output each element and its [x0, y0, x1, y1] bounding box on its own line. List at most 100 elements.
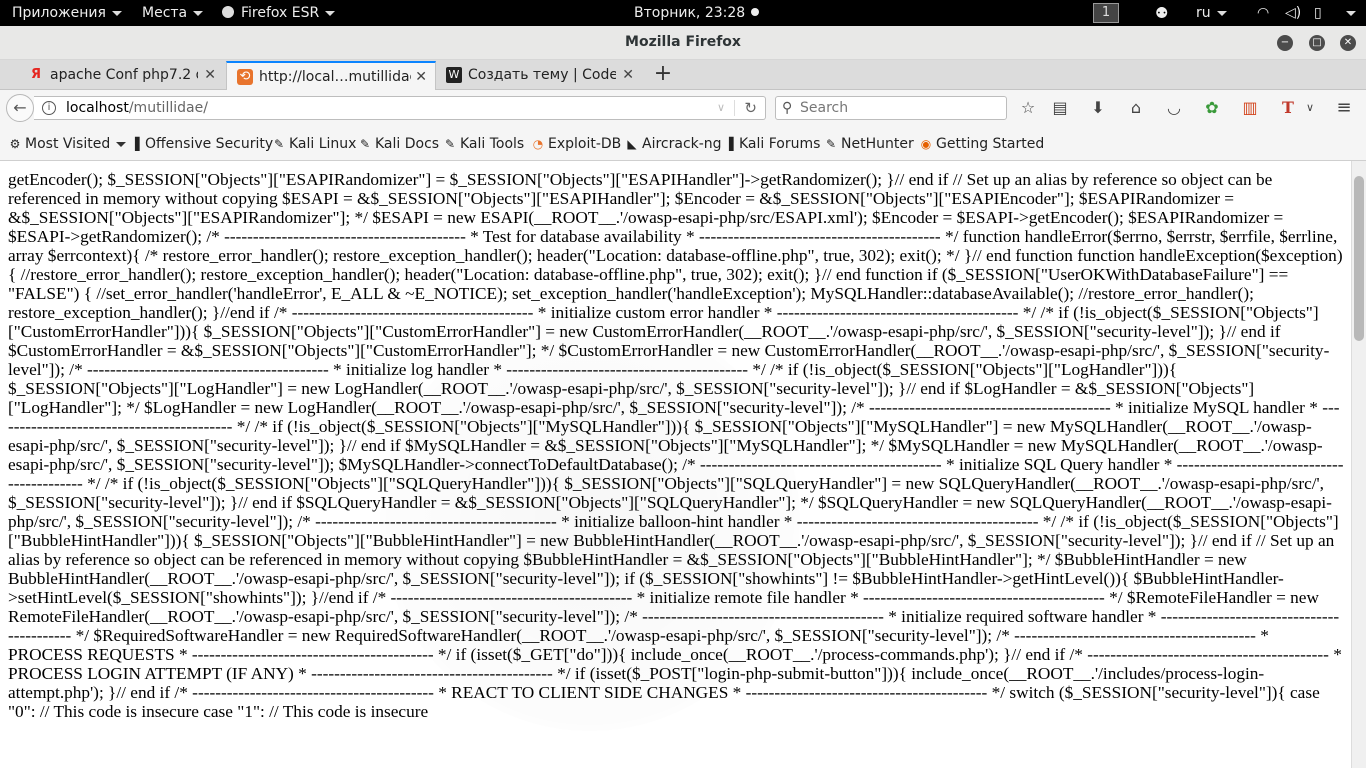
offsec-icon: ▐ — [130, 137, 140, 151]
minimize-button[interactable]: − — [1277, 35, 1293, 51]
tab-apache-conf[interactable]: Я apache Conf php7.2 d… ✕ — [18, 61, 224, 90]
url-host: localhost — [66, 100, 129, 116]
titlebar[interactable]: Mozilla Firefox − □ ✕ — [0, 26, 1366, 60]
bookmark-label: Kali Tools — [460, 136, 525, 152]
close-button[interactable]: ✕ — [1340, 35, 1356, 51]
bookmark-kali-tools[interactable]: ✎ Kali Tools — [443, 126, 524, 161]
battery-icon[interactable]: ▯ — [1314, 0, 1322, 26]
extension-icon[interactable]: ✿ — [1202, 98, 1222, 118]
chevron-down-icon — [1216, 10, 1227, 16]
maximize-button[interactable]: □ — [1309, 35, 1325, 51]
vertical-scrollbar[interactable] — [1351, 161, 1366, 768]
url-text: localhost/mutillidae/ — [66, 97, 208, 119]
workspace-indicator[interactable]: 1 — [1093, 3, 1119, 23]
page-icon: ⟲ — [237, 69, 253, 85]
chevron-down-icon — [116, 141, 127, 147]
firefox-icon: ◉ — [920, 137, 932, 151]
url-bar[interactable]: i localhost/mutillidae/ ∨ ↻ — [34, 96, 766, 120]
language-menu[interactable]: ru — [1196, 0, 1227, 26]
bookmark-kali-docs[interactable]: ✎ Kali Docs — [358, 126, 439, 161]
bookmark-label: NetHunter — [841, 136, 914, 152]
chevron-down-icon[interactable]: ∨ — [1300, 98, 1320, 118]
tab-strip: Я apache Conf php7.2 d… ✕ ⟲ http://local… — [0, 60, 1366, 90]
bookmark-label: Kali Forums — [739, 136, 821, 152]
bookmark-label: Exploit-DB — [548, 136, 622, 152]
divider — [734, 100, 735, 116]
reload-icon[interactable]: ↻ — [744, 97, 757, 119]
bookmark-exploit-db[interactable]: ◔ Exploit-DB — [531, 126, 622, 161]
bookmark-most-visited[interactable]: ⚙ Most Visited — [8, 126, 127, 161]
applications-menu[interactable]: Приложения — [12, 0, 122, 26]
search-input[interactable]: ⚲ Search — [775, 96, 1007, 120]
bookmark-offensive-security[interactable]: ▐ Offensive Security — [128, 126, 273, 161]
tab-codeby[interactable]: W Создать тему | Code… ✕ — [436, 61, 642, 90]
aircrack-icon: ◣ — [627, 137, 637, 151]
app-name-label: Firefox ESR — [241, 5, 320, 21]
new-tab-button[interactable]: + — [652, 60, 674, 90]
applications-label: Приложения — [12, 5, 106, 21]
chevron-down-icon — [111, 10, 122, 16]
yandex-icon: Я — [30, 67, 41, 82]
bookmark-kali-linux[interactable]: ✎ Kali Linux — [272, 126, 357, 161]
downloads-icon[interactable]: ⬇ — [1088, 98, 1108, 118]
bookmark-kali-forums[interactable]: ▐ Kali Forums — [722, 126, 820, 161]
bookmark-label: Getting Started — [936, 136, 1045, 152]
top-panel: Приложения Места Firefox ESR Вторник, 23… — [0, 0, 1366, 26]
system-menu[interactable] — [1340, 0, 1356, 26]
app-menu[interactable]: Firefox ESR — [222, 0, 336, 26]
bookmark-nethunter[interactable]: ✎ NetHunter — [824, 126, 914, 161]
page-source-text: getEncoder(); $_SESSION["Objects"]["ESAP… — [8, 170, 1344, 721]
codeby-icon: W — [446, 67, 462, 83]
clock-label: Вторник, 23:28 — [634, 5, 746, 21]
extension-bars-icon[interactable]: ▥ — [1240, 98, 1260, 118]
window-title: Mozilla Firefox — [625, 34, 741, 50]
kali-icon: ✎ — [359, 137, 371, 151]
bookmark-star-icon[interactable]: ☆ — [1018, 98, 1038, 118]
bookmark-aircrack-ng[interactable]: ◣ Aircrack-ng — [625, 126, 722, 161]
bookmark-label: Most Visited — [25, 136, 111, 152]
tab-mutillidae[interactable]: ⟲ http://local…mutillidae/ ✕ — [226, 61, 436, 90]
close-icon[interactable]: ✕ — [622, 61, 634, 89]
chevron-down-icon — [1346, 10, 1356, 16]
bookmark-label: Aircrack-ng — [642, 136, 722, 152]
info-icon[interactable]: i — [42, 101, 56, 115]
bookmark-getting-started[interactable]: ◉ Getting Started — [919, 126, 1045, 161]
settings-icon: ⚙ — [9, 137, 21, 151]
bookmark-label: Kali Docs — [375, 136, 440, 152]
tab-label: http://local…mutillidae/ — [259, 69, 411, 85]
kali-icon: ✎ — [273, 137, 285, 151]
dot-icon — [751, 8, 760, 16]
clock[interactable]: Вторник, 23:28 — [634, 0, 760, 26]
exploit-db-icon: ◔ — [532, 137, 544, 151]
scrollbar-thumb[interactable] — [1354, 176, 1364, 341]
bookmarks-toolbar: ⚙ Most Visited ▐ Offensive Security ✎ Kali … — [0, 126, 1366, 161]
chevron-down-icon — [325, 10, 336, 16]
firefox-icon — [222, 6, 234, 18]
close-icon[interactable]: ✕ — [415, 63, 427, 90]
url-path: /mutillidae/ — [128, 100, 208, 116]
close-icon[interactable]: ✕ — [204, 61, 216, 89]
places-menu[interactable]: Места — [142, 0, 204, 26]
navigation-toolbar: ← i localhost/mutillidae/ ∨ ↻ ⚲ Search ☆… — [0, 90, 1366, 126]
people-icon[interactable]: ⚉ — [1155, 0, 1168, 26]
tab-label: apache Conf php7.2 d… — [50, 67, 198, 83]
pocket-icon[interactable]: ◡ — [1164, 98, 1184, 118]
language-label: ru — [1196, 5, 1211, 21]
menu-icon[interactable]: ≡ — [1334, 98, 1354, 118]
bookmark-label: Kali Linux — [289, 136, 357, 152]
search-placeholder: Search — [800, 100, 849, 116]
kali-icon: ✎ — [825, 137, 837, 151]
search-icon: ⚲ — [782, 100, 793, 116]
chevron-down-icon[interactable]: ∨ — [717, 97, 725, 119]
back-button[interactable]: ← — [6, 94, 34, 122]
volume-icon[interactable]: ◁) — [1285, 0, 1301, 26]
home-icon[interactable]: ⌂ — [1126, 98, 1146, 118]
translate-icon[interactable]: T — [1278, 98, 1298, 118]
places-label: Места — [142, 5, 188, 21]
tab-label: Создать тему | Code… — [468, 67, 616, 83]
wifi-icon[interactable]: ◠ — [1257, 0, 1269, 26]
kali-icon: ✎ — [444, 137, 456, 151]
library-icon[interactable]: ▤ — [1050, 98, 1070, 118]
chevron-down-icon — [193, 10, 204, 16]
firefox-window: Mozilla Firefox − □ ✕ Я apache Conf php7… — [0, 26, 1366, 768]
